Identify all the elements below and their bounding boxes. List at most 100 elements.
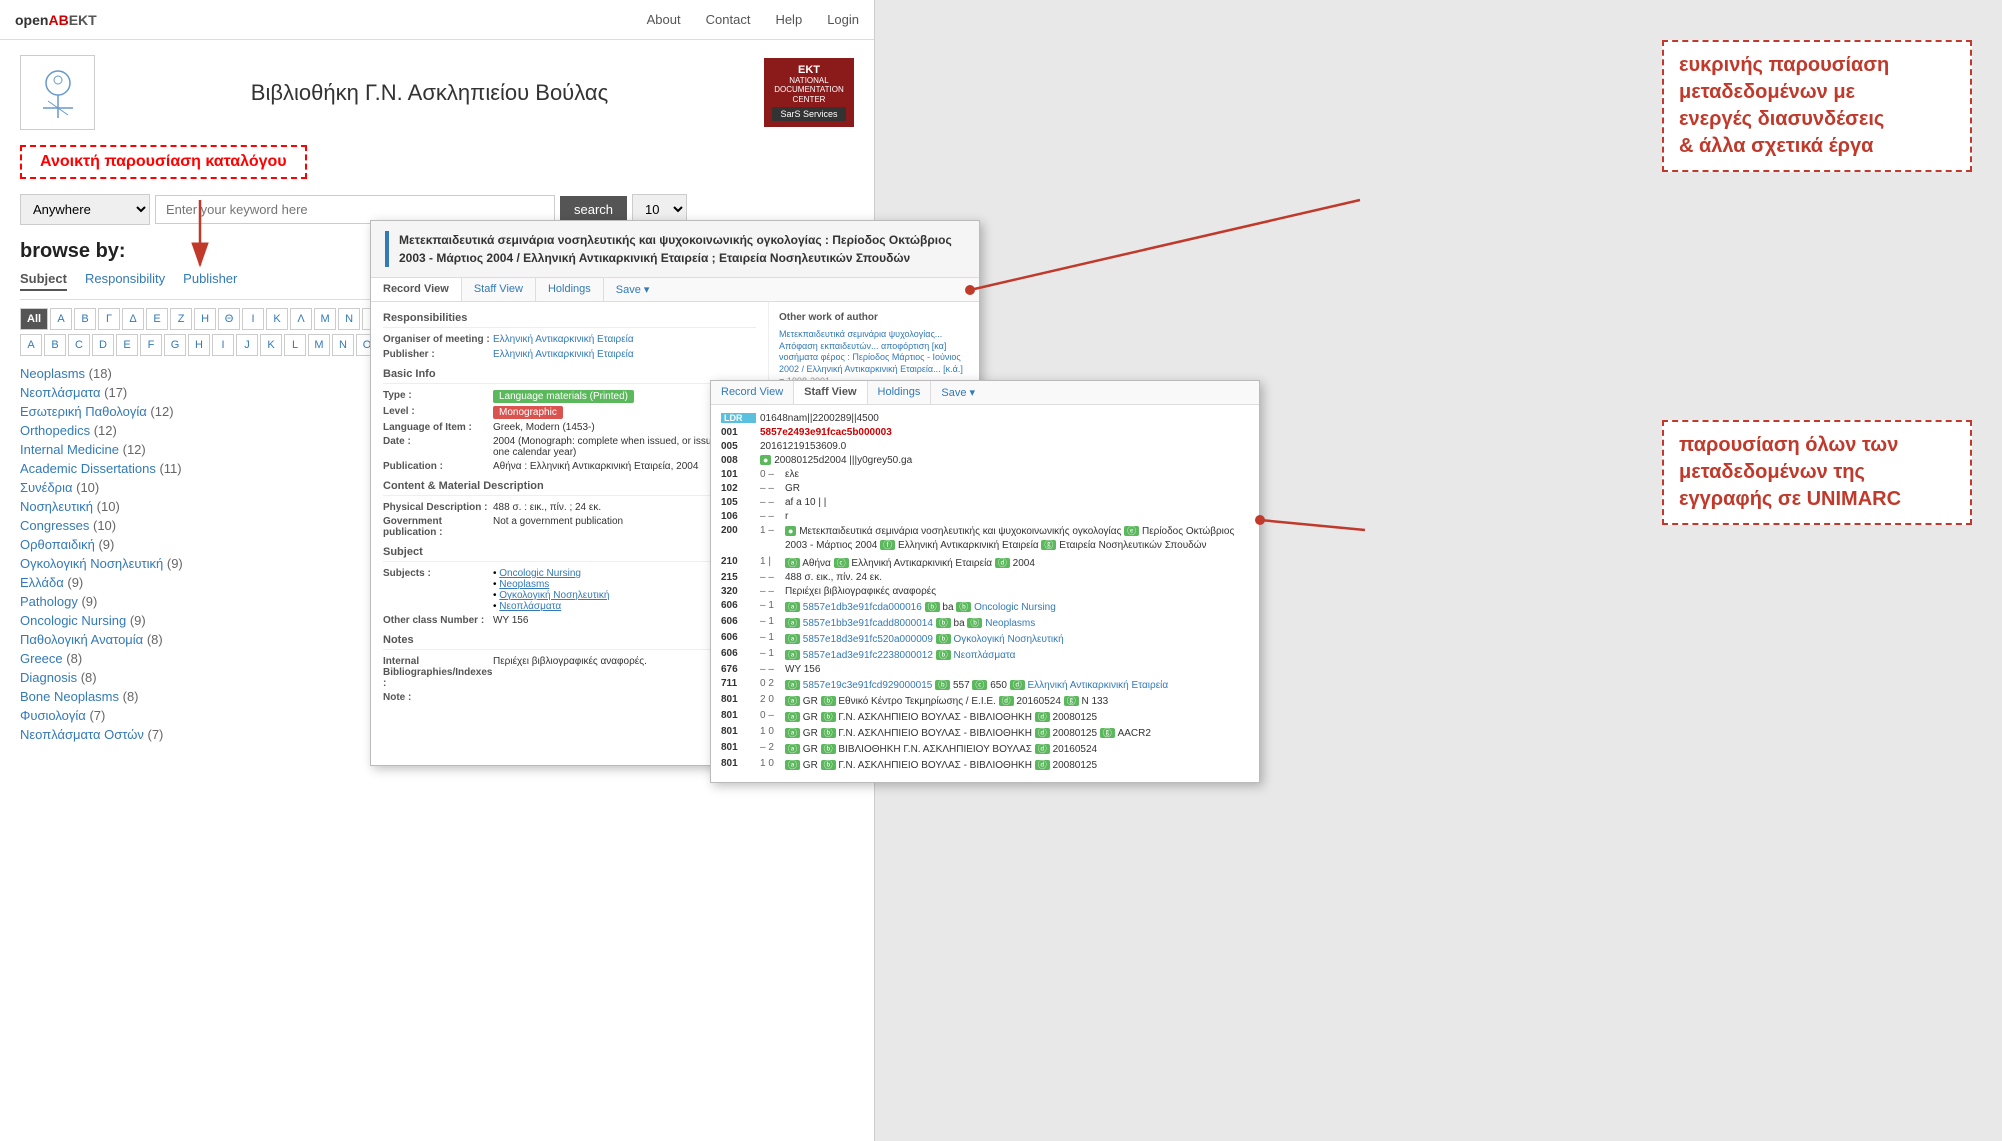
unimarc-101: 101 0 – ελε xyxy=(721,469,1249,480)
browse-oncologic[interactable]: Oncologic Nursing xyxy=(20,613,126,628)
browse-orthopedics[interactable]: Orthopedics xyxy=(20,423,90,438)
annotation-bottom-right: παρουσίαση όλων τωνμεταδεδομένων τηςεγγρ… xyxy=(1662,420,1972,525)
alpha-all[interactable]: All xyxy=(20,308,48,330)
unimarc-210: 210 1 | ⓐ Αθήνα ⓒ Ελληνική Αντικαρκινική… xyxy=(721,556,1249,569)
alpha-greek-H[interactable]: Η xyxy=(194,308,216,330)
unimarc-tab-staff[interactable]: Staff View xyxy=(794,381,867,404)
unimarc-tab-save[interactable]: Save ▾ xyxy=(931,381,985,404)
annotation-text-2: παρουσίαση όλων τωνμεταδεδομένων τηςεγγρ… xyxy=(1679,432,1955,513)
alpha-D[interactable]: D xyxy=(92,334,114,356)
annotation-top-right: ευκρινής παρουσίασημεταδεδομένων μεενεργ… xyxy=(1662,40,1972,172)
browse-internal-med[interactable]: Internal Medicine xyxy=(20,442,119,457)
alpha-J[interactable]: J xyxy=(236,334,258,356)
browse-academic-dissertations[interactable]: Academic Dissertations xyxy=(20,461,156,476)
unimarc-801-3: 801 1 0 ⓐ GR ⓑ Γ.Ν. ΑΣΚΛΗΠΙΕΙΟ ΒΟΥΛΑΣ - … xyxy=(721,726,1249,739)
tab-record-view[interactable]: Record View xyxy=(371,278,462,301)
alpha-F[interactable]: F xyxy=(140,334,162,356)
alpha-greek-A[interactable]: Α xyxy=(50,308,72,330)
nav-login[interactable]: Login xyxy=(827,12,859,27)
browse-bone-neoplasms[interactable]: Bone Neoplasms xyxy=(20,689,119,704)
unimarc-711: 711 0 2 ⓐ 5857e19c3e91fcd929000015 ⓑ 557… xyxy=(721,678,1249,691)
browse-pathologiki[interactable]: Παθολογική Ανατομία xyxy=(20,632,143,647)
browse-diagnosis[interactable]: Diagnosis xyxy=(20,670,77,685)
unimarc-005: 005 20161219153609.0 xyxy=(721,441,1249,452)
language-value: Greek, Modern (1453-) xyxy=(493,422,595,433)
alpha-K[interactable]: K xyxy=(260,334,282,356)
tab-holdings[interactable]: Holdings xyxy=(536,278,604,301)
alpha-B[interactable]: B xyxy=(44,334,66,356)
subject-onkologiki[interactable]: Ογκολογική Νοσηλευτική xyxy=(499,590,609,601)
bibliographies-value: Περιέχει βιβλιογραφικές αναφορές. xyxy=(493,656,647,689)
alpha-greek-Z[interactable]: Ζ xyxy=(170,308,192,330)
alpha-C[interactable]: C xyxy=(68,334,90,356)
browse-tab-responsibility[interactable]: Responsibility xyxy=(85,271,165,291)
browse-fysiologia[interactable]: Φυσιολογία xyxy=(20,708,86,723)
alpha-greek-D[interactable]: Δ xyxy=(122,308,144,330)
alpha-greek-I[interactable]: Ι xyxy=(242,308,264,330)
unimarc-801-1: 801 2 0 ⓐ GR ⓑ Εθνικό Κέντρο Τεκμηρίωσης… xyxy=(721,694,1249,707)
unimarc-card: Record View Staff View Holdings Save ▾ L… xyxy=(710,380,1260,783)
publisher-row: Publisher : Ελληνική Αντικαρκινική Εταιρ… xyxy=(383,349,756,360)
other-class-value: WY 156 xyxy=(493,615,528,626)
browse-neoplasms[interactable]: Neoplasms xyxy=(20,366,85,381)
tab-save[interactable]: Save ▾ xyxy=(604,278,662,301)
alpha-greek-TH[interactable]: Θ xyxy=(218,308,240,330)
unimarc-105: 105 – – af a 10 | | xyxy=(721,497,1249,508)
nav-about[interactable]: About xyxy=(647,12,681,27)
alpha-greek-L[interactable]: Λ xyxy=(290,308,312,330)
alpha-greek-N[interactable]: Ν xyxy=(338,308,360,330)
browse-ellada[interactable]: Ελλάδα xyxy=(20,575,64,590)
subject-neoplasms[interactable]: Neoplasms xyxy=(499,579,549,590)
unimarc-801-5: 801 1 0 ⓐ GR ⓑ Γ.Ν. ΑΣΚΛΗΠΙΕΙΟ ΒΟΥΛΑΣ - … xyxy=(721,758,1249,771)
level-badge: Monographic xyxy=(493,406,563,419)
nav-help[interactable]: Help xyxy=(775,12,802,27)
tab-staff-view[interactable]: Staff View xyxy=(462,278,536,301)
subject-oncologic[interactable]: Oncologic Nursing xyxy=(499,568,581,579)
alpha-G[interactable]: G xyxy=(164,334,186,356)
alpha-E[interactable]: E xyxy=(116,334,138,356)
search-button[interactable]: search xyxy=(560,196,627,223)
unimarc-106: 106 – – r xyxy=(721,511,1249,522)
browse-esoterik[interactable]: Εσωτερική Παθολογία xyxy=(20,404,147,419)
library-title: Βιβλιοθήκη Γ.Ν. Ασκληπιείου Βούλας xyxy=(95,80,764,106)
unimarc-tabs: Record View Staff View Holdings Save ▾ xyxy=(711,381,1259,405)
library-logo xyxy=(20,55,95,130)
browse-pathology[interactable]: Pathology xyxy=(20,594,78,609)
alpha-L[interactable]: L xyxy=(284,334,306,356)
alpha-M[interactable]: M xyxy=(308,334,330,356)
unimarc-606-2: 606 – 1 ⓐ 5857e1bb3e91fcadd8000014 ⓑ ba … xyxy=(721,616,1249,629)
responsibilities-header: Responsibilities xyxy=(383,312,756,328)
alpha-greek-K[interactable]: Κ xyxy=(266,308,288,330)
unimarc-tab-record[interactable]: Record View xyxy=(711,381,794,404)
alpha-N[interactable]: N xyxy=(332,334,354,356)
browse-congresses[interactable]: Congresses xyxy=(20,518,89,533)
unimarc-tab-holdings[interactable]: Holdings xyxy=(868,381,932,404)
search-scope-select[interactable]: Anywhere xyxy=(20,194,150,225)
other-work-1[interactable]: Μετεκπαιδευτικά σεμινάρια ψυχολογίας... … xyxy=(779,329,969,387)
browse-tab-subject[interactable]: Subject xyxy=(20,271,67,291)
alpha-H[interactable]: H xyxy=(188,334,210,356)
browse-greece[interactable]: Greece xyxy=(20,651,63,666)
subject-neoplasms-gr[interactable]: Νεοπλάσματα xyxy=(499,601,561,612)
alpha-A[interactable]: A xyxy=(20,334,42,356)
alpha-I[interactable]: I xyxy=(212,334,234,356)
open-catalog-text: Ανοικτή παρουσίαση καταλόγου xyxy=(40,153,287,170)
browse-nosilevtiki[interactable]: Νοσηλευτική xyxy=(20,499,93,514)
alpha-greek-B[interactable]: Β xyxy=(74,308,96,330)
organiser-value: Ελληνική Αντικαρκινική Εταιρεία xyxy=(493,334,634,345)
content-header: Content & Material Description xyxy=(383,480,756,496)
notes-header: Notes xyxy=(383,634,756,650)
alpha-greek-G[interactable]: Γ xyxy=(98,308,120,330)
unimarc-215: 215 – – 488 σ. εικ., πίν. 24 εκ. xyxy=(721,572,1249,583)
browse-sinedria[interactable]: Συνέδρια xyxy=(20,480,72,495)
alpha-greek-E[interactable]: Ε xyxy=(146,308,168,330)
browse-neoplasms-oston[interactable]: Νεοπλάσματα Οστών xyxy=(20,727,144,742)
browse-tab-publisher[interactable]: Publisher xyxy=(183,271,237,291)
type-badge: Language materials (Printed) xyxy=(493,390,634,403)
browse-neoplasms-gr[interactable]: Νεοπλάσματα xyxy=(20,385,101,400)
nav-contact[interactable]: Contact xyxy=(706,12,751,27)
physical-row: Physical Description : 488 σ. : εικ., πί… xyxy=(383,502,756,513)
browse-onkologiki[interactable]: Ογκολογική Νοσηλευτική xyxy=(20,556,163,571)
browse-orthopaidiki[interactable]: Ορθοπαιδική xyxy=(20,537,95,552)
alpha-greek-M[interactable]: Μ xyxy=(314,308,336,330)
